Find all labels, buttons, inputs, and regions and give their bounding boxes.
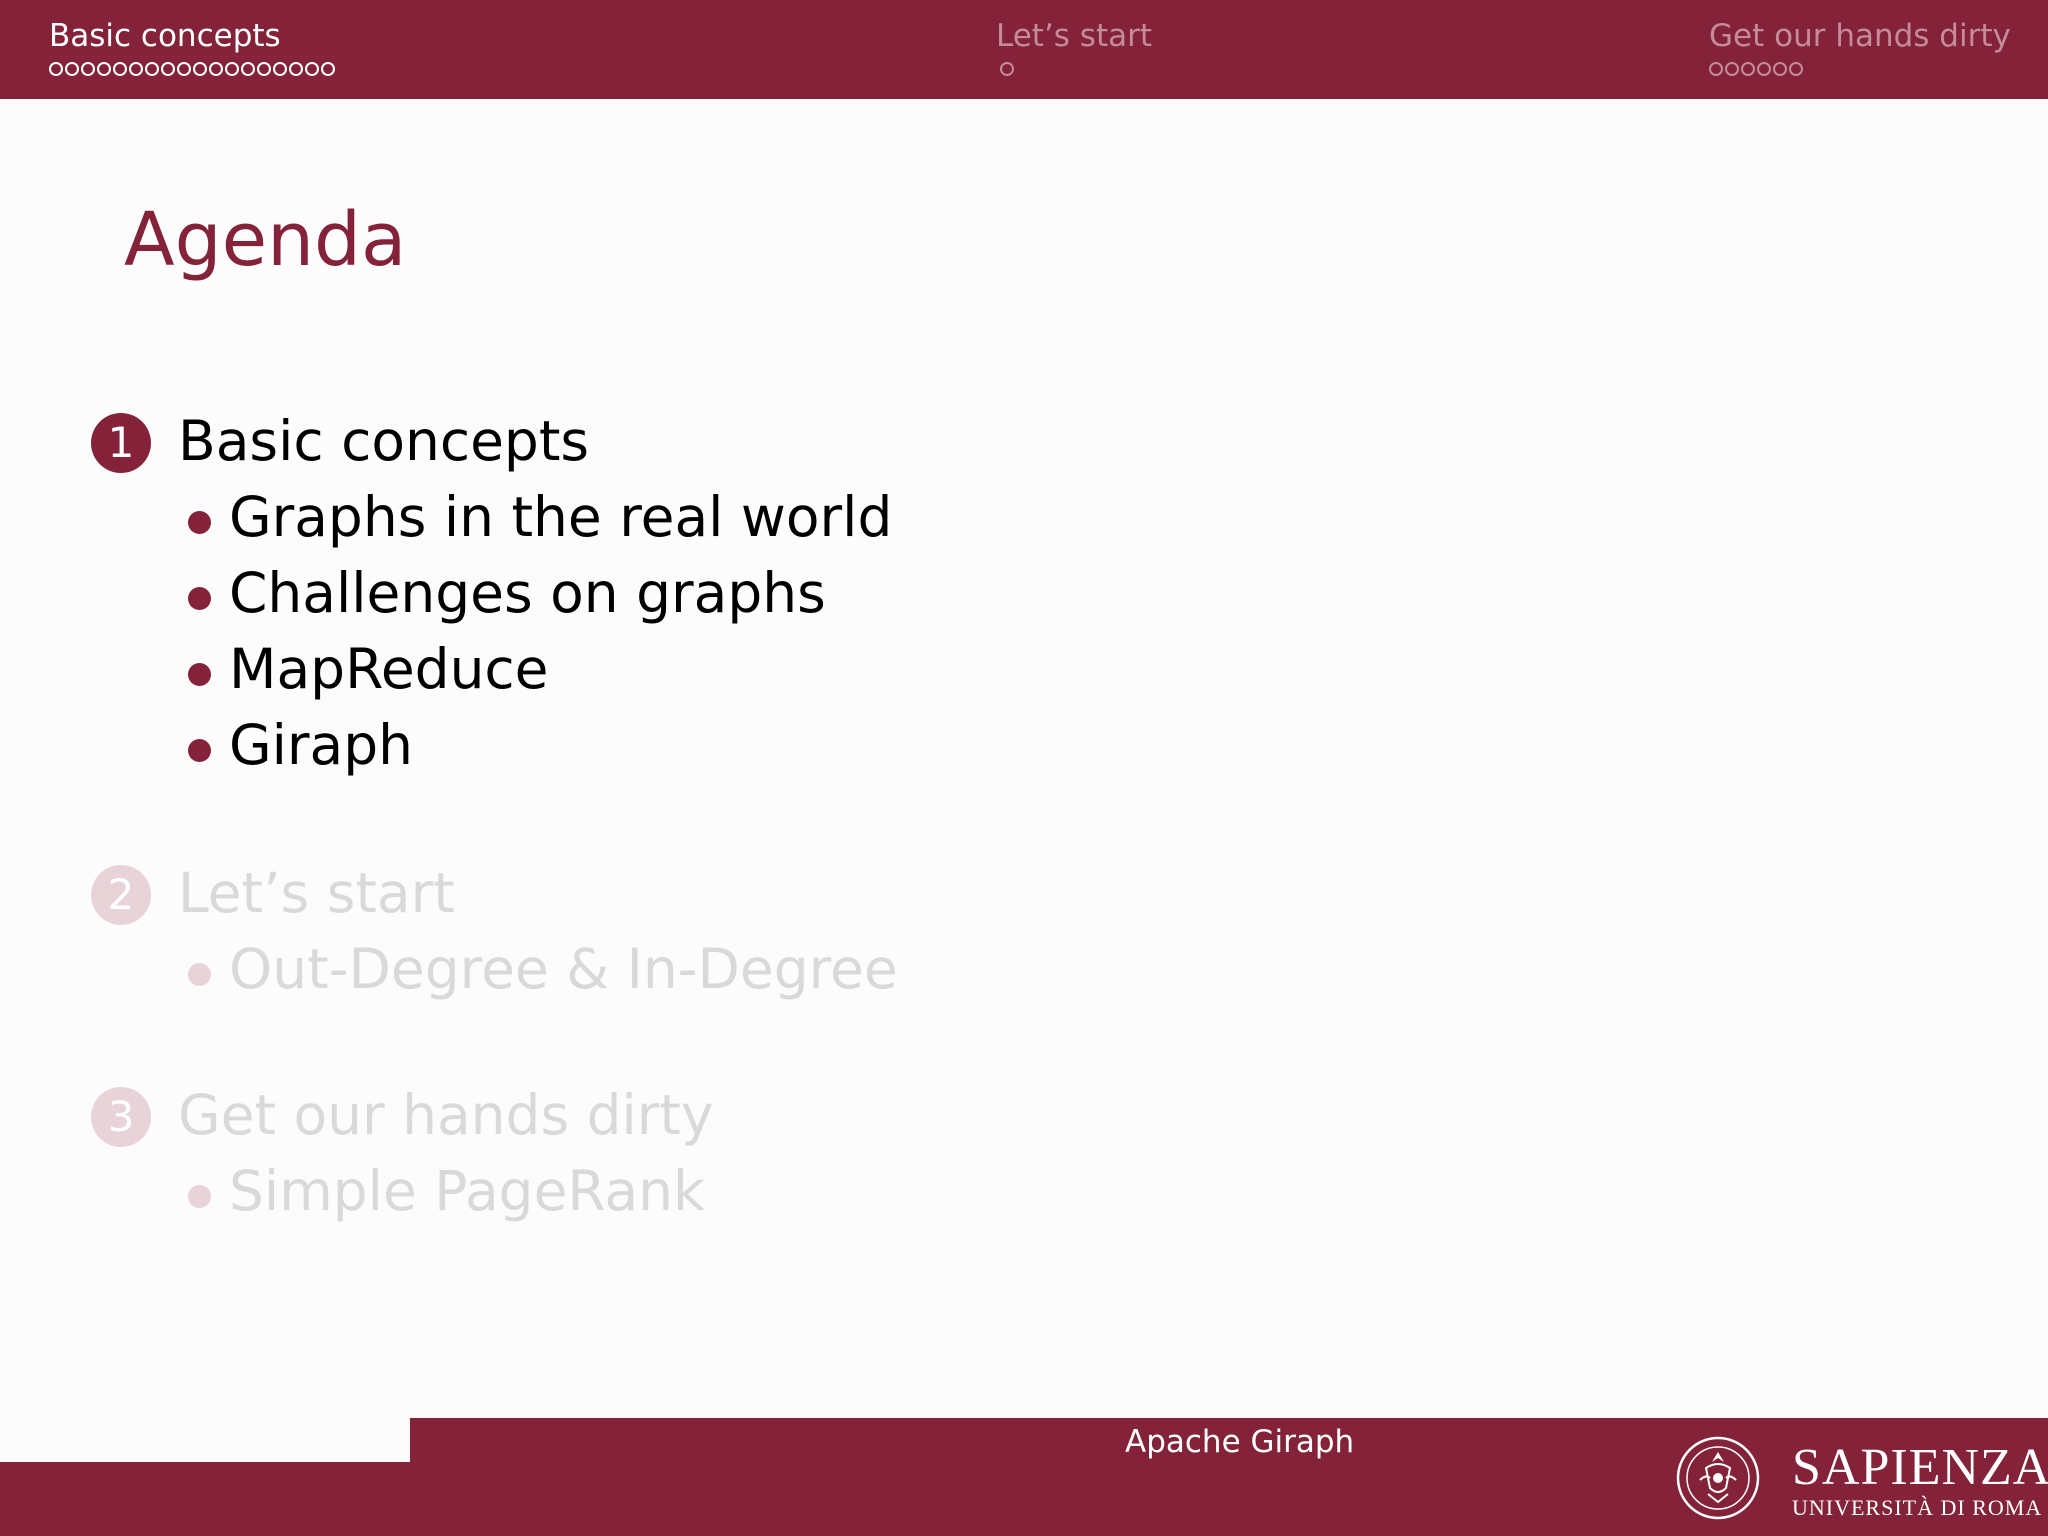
bullet-icon (188, 511, 211, 534)
university-seal-icon (1676, 1436, 1760, 1520)
slide-dot[interactable] (321, 62, 335, 76)
slide-dot[interactable] (225, 62, 239, 76)
section-number-badge: 1 (91, 413, 151, 473)
nav-section-lets-start[interactable]: Let’s start (996, 16, 1152, 76)
bullet-icon (188, 739, 211, 762)
agenda-subsection[interactable]: MapReduce (229, 636, 549, 702)
agenda-section-title[interactable]: Basic concepts (178, 408, 589, 474)
nav-section-label: Basic concepts (49, 18, 281, 54)
slide-dot[interactable] (129, 62, 143, 76)
slide-dot[interactable] (1757, 62, 1771, 76)
slide-dot[interactable] (1709, 62, 1723, 76)
nav-slide-dots (49, 62, 335, 76)
nav-section-basic-concepts[interactable]: Basic concepts (49, 16, 335, 76)
brand-name: SAPIENZA (1792, 1439, 2048, 1496)
agenda-section-title[interactable]: Get our hands dirty (178, 1082, 714, 1148)
slide-dot[interactable] (257, 62, 271, 76)
nav-slide-dots (996, 62, 1152, 76)
slide-dot[interactable] (161, 62, 175, 76)
nav-section-label: Let’s start (996, 18, 1153, 54)
nav-section-label: Get our hands dirty (1709, 18, 2011, 54)
brand-subtitle: UNIVERSITÀ DI ROMA (1792, 1495, 2043, 1520)
nav-section-get-our-hands-dirty[interactable]: Get our hands dirty (1709, 16, 2011, 76)
slide-dot[interactable] (305, 62, 319, 76)
slide-dot[interactable] (1725, 62, 1739, 76)
slide-dot[interactable] (241, 62, 255, 76)
slide-dot[interactable] (1773, 62, 1787, 76)
section-number-badge: 3 (91, 1087, 151, 1147)
footer-left-block (0, 1462, 410, 1536)
slide-dot[interactable] (289, 62, 303, 76)
footer-presentation-title: Apache Giraph (1125, 1424, 1355, 1460)
slide-dot[interactable] (1741, 62, 1755, 76)
slide-dot[interactable] (209, 62, 223, 76)
slide-dot[interactable] (49, 62, 63, 76)
bullet-icon (188, 963, 211, 986)
agenda-subsection[interactable]: Simple PageRank (229, 1158, 705, 1224)
section-navigation-bar: Basic concepts Let’s start Get our hands… (0, 0, 2048, 99)
university-logotype: SAPIENZA UNIVERSITÀ DI ROMA (1792, 1440, 2048, 1520)
slide-dot[interactable] (97, 62, 111, 76)
bullet-icon (188, 587, 211, 610)
agenda-subsection[interactable]: Graphs in the real world (229, 484, 892, 550)
slide-dot[interactable] (273, 62, 287, 76)
agenda-subsection[interactable]: Challenges on graphs (229, 560, 826, 626)
nav-slide-dots (1709, 62, 2011, 76)
slide-dot[interactable] (113, 62, 127, 76)
slide-title: Agenda (124, 197, 407, 283)
footer-left-gap (0, 1418, 410, 1462)
slide-dot[interactable] (177, 62, 191, 76)
agenda-section-title[interactable]: Let’s start (178, 860, 455, 926)
bullet-icon (188, 663, 211, 686)
section-number-badge: 2 (91, 865, 151, 925)
agenda-subsection[interactable]: Giraph (229, 712, 413, 778)
agenda-subsection[interactable]: Out-Degree & In-Degree (229, 936, 898, 1002)
slide-dot[interactable] (1000, 62, 1014, 76)
slide-dot[interactable] (65, 62, 79, 76)
slide-dot[interactable] (81, 62, 95, 76)
slide-dot[interactable] (193, 62, 207, 76)
slide-dot[interactable] (145, 62, 159, 76)
bullet-icon (188, 1185, 211, 1208)
slide-dot[interactable] (1789, 62, 1803, 76)
